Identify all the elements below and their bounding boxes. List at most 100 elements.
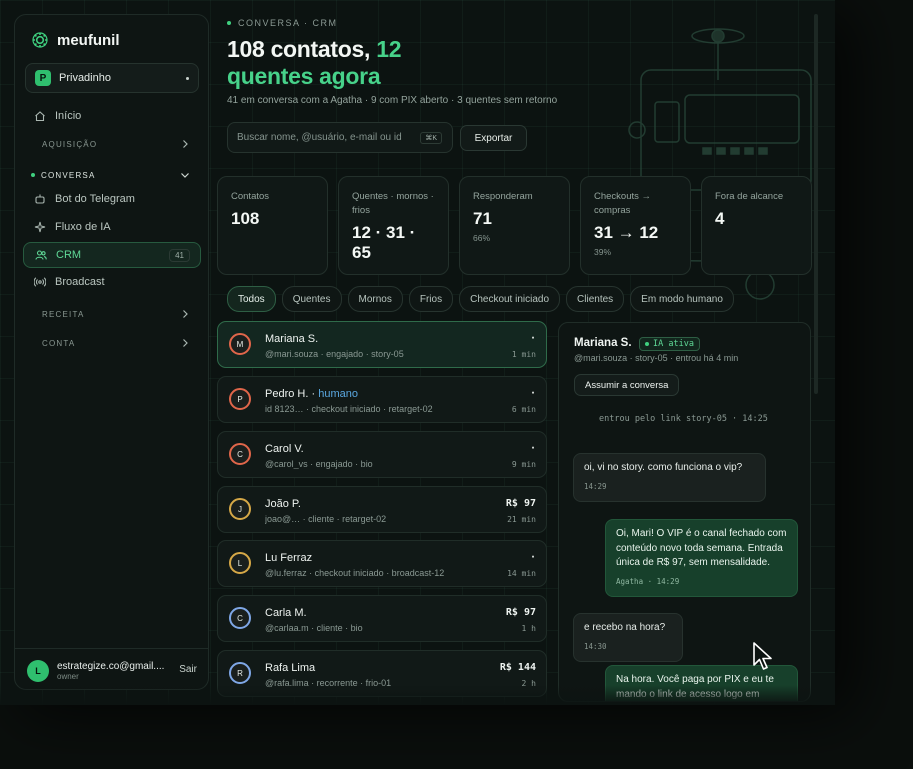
logo-icon <box>32 32 48 48</box>
contact-avatar: C <box>229 607 251 629</box>
contact-meta: @mari.souza · engajado · story-05 <box>265 349 404 359</box>
user-profile[interactable]: L estrategize.co@gmail.... owner Sair <box>27 658 199 684</box>
message-text: e recebo na hora? <box>584 622 666 633</box>
contact-time: 6 min <box>511 405 536 414</box>
home-icon <box>35 111 45 122</box>
sidebar-group-label: RECEITA <box>42 309 85 319</box>
contact-row[interactable]: L Lu Ferraz @lu.ferraz · checkout inicia… <box>217 540 547 587</box>
filter-checkout-iniciado[interactable]: Checkout iniciado <box>459 286 561 312</box>
sidebar-group-label: CONVERSA <box>41 170 96 180</box>
brand[interactable]: meufunil <box>31 31 120 49</box>
message-time: 14:30 <box>584 641 607 651</box>
contact-row[interactable]: C Carla M. @carlaa.m · cliente · bio R$ … <box>217 595 547 642</box>
contact-name: Lu Ferraz <box>265 552 313 564</box>
contact-value: R$ 97 <box>505 498 536 509</box>
message-incoming: e recebo na hora? 14:30 <box>573 613 683 662</box>
mouse-cursor-icon <box>753 642 772 670</box>
contact-row[interactable]: J João P. joao@… · cliente · retarget-02… <box>217 486 547 533</box>
assume-conversation-button[interactable]: Assumir a conversa <box>574 374 680 396</box>
ia-active-dot-icon <box>645 342 649 346</box>
export-button[interactable]: Exportar <box>460 125 527 151</box>
stat-card-fora-alcance: Fora de alcance 4 <box>701 176 812 275</box>
message-time: Agatha · 14:29 <box>616 576 680 586</box>
contact-avatar: P <box>229 388 251 410</box>
chevron-right-icon <box>183 339 188 347</box>
contact-value: · <box>529 552 536 563</box>
contact-meta: @carol_vs · engajado · bio <box>265 459 373 469</box>
contact-time: 1 min <box>511 350 536 359</box>
chevron-down-icon <box>181 173 189 178</box>
sidebar-group-receita[interactable]: RECEITA <box>23 304 201 324</box>
sidebar-item-broadcast[interactable]: Broadcast <box>23 270 201 294</box>
breadcrumb-label: CONVERSA · CRM <box>238 18 338 28</box>
sidebar-item-inicio[interactable]: Início <box>23 104 201 128</box>
shortcut-badge: ⌘K <box>420 132 442 144</box>
stat-card-temperatura: Quentes · mornos · frios 12 · 31 · 65 <box>338 176 449 275</box>
filter-modo-humano[interactable]: Em modo humano <box>630 286 734 312</box>
logout-button[interactable]: Sair <box>179 664 197 675</box>
stat-label: Fora de alcance <box>715 191 784 202</box>
contact-row[interactable]: P Pedro H. · humano id 8123… · checkout … <box>217 376 547 423</box>
stat-label: Quentes · mornos · frios <box>352 191 434 216</box>
contact-value: · <box>529 443 536 454</box>
contact-name: Pedro H. · humano <box>265 388 358 400</box>
filter-clientes[interactable]: Clientes <box>566 286 625 312</box>
contact-value: · <box>529 388 536 399</box>
stat-card-checkouts: Checkouts → compras 31 → 12 39% <box>580 176 691 275</box>
message-text: Oi, Mari! O VIP é o canal fechado com co… <box>616 528 787 568</box>
stat-label: Checkouts → compras <box>594 191 652 216</box>
sidebar-item-crm[interactable]: CRM 41 <box>23 242 201 268</box>
sidebar-group-label: AQUISIÇÃO <box>42 139 98 149</box>
filter-mornos[interactable]: Mornos <box>347 286 403 312</box>
workspace-menu-icon <box>186 76 189 80</box>
stat-card-contatos: Contatos 108 <box>217 176 328 275</box>
sidebar-item-label: Broadcast <box>55 276 105 288</box>
sidebar: meufunil P Privadinho Início AQUISIÇÃO C… <box>14 14 209 690</box>
contact-row[interactable]: M Mariana S. @mari.souza · engajado · st… <box>217 321 547 368</box>
contact-time: 9 min <box>511 460 536 469</box>
contact-value: R$ 97 <box>505 607 536 618</box>
bot-icon <box>35 194 45 204</box>
contact-time: 21 min <box>507 515 536 524</box>
contact-avatar: J <box>229 498 251 520</box>
sparkle-icon <box>34 221 46 233</box>
filter-quentes[interactable]: Quentes <box>281 286 342 312</box>
page-scrollbar[interactable] <box>814 14 818 394</box>
stat-value: 71 <box>473 209 492 228</box>
contact-avatar: M <box>229 333 251 355</box>
contact-name: Carla M. <box>265 607 307 619</box>
contact-meta: id 8123… · checkout iniciado · retarget-… <box>265 404 433 414</box>
filter-frios[interactable]: Frios <box>408 286 454 312</box>
sidebar-item-fluxo-ia[interactable]: Fluxo de IA <box>23 215 201 239</box>
chat-contact-name: Mariana S. <box>574 337 632 349</box>
chevron-right-icon <box>183 310 188 318</box>
sidebar-item-label: Bot do Telegram <box>55 193 135 205</box>
sidebar-group-conta[interactable]: CONTA <box>23 333 201 353</box>
contact-value: · <box>529 333 536 344</box>
sidebar-item-label: CRM <box>56 249 82 261</box>
sidebar-item-bot-telegram[interactable]: Bot do Telegram <box>23 187 201 211</box>
search-input[interactable]: Buscar nome, @usuário, e-mail ou id ⌘K <box>227 122 453 153</box>
contact-meta: joao@… · cliente · retarget-02 <box>265 514 387 524</box>
filter-chips: Todos Quentes Mornos Frios Checkout inic… <box>227 286 734 312</box>
breadcrumb: CONVERSA · CRM <box>227 18 338 28</box>
filter-todos[interactable]: Todos <box>227 286 276 312</box>
sidebar-group-label: CONTA <box>42 338 76 348</box>
user-email: estrategize.co@gmail.... <box>57 661 165 672</box>
stat-label: Responderam <box>473 191 533 202</box>
message-outgoing: Oi, Mari! O VIP é o canal fechado com co… <box>605 519 798 597</box>
contact-name: João P. <box>265 498 301 510</box>
sidebar-group-aquisicao[interactable]: AQUISIÇÃO <box>23 134 201 154</box>
ia-status-label: IA ativa <box>653 339 694 349</box>
stat-sub: 39% <box>594 247 612 257</box>
contact-avatar: L <box>229 552 251 574</box>
contact-name: Carol V. <box>265 443 304 455</box>
contact-name: Rafa Lima <box>265 662 316 674</box>
contact-row[interactable]: C Carol V. @carol_vs · engajado · bio · … <box>217 431 547 478</box>
user-role: owner <box>57 672 79 681</box>
sidebar-group-conversa[interactable]: CONVERSA <box>23 165 201 185</box>
system-message: entrou pelo link story-05 · 14:25 <box>599 414 768 424</box>
stat-card-responderam: Responderam 71 66% <box>459 176 570 275</box>
workspace-select[interactable]: P Privadinho <box>25 63 199 93</box>
avatar: L <box>27 660 49 682</box>
